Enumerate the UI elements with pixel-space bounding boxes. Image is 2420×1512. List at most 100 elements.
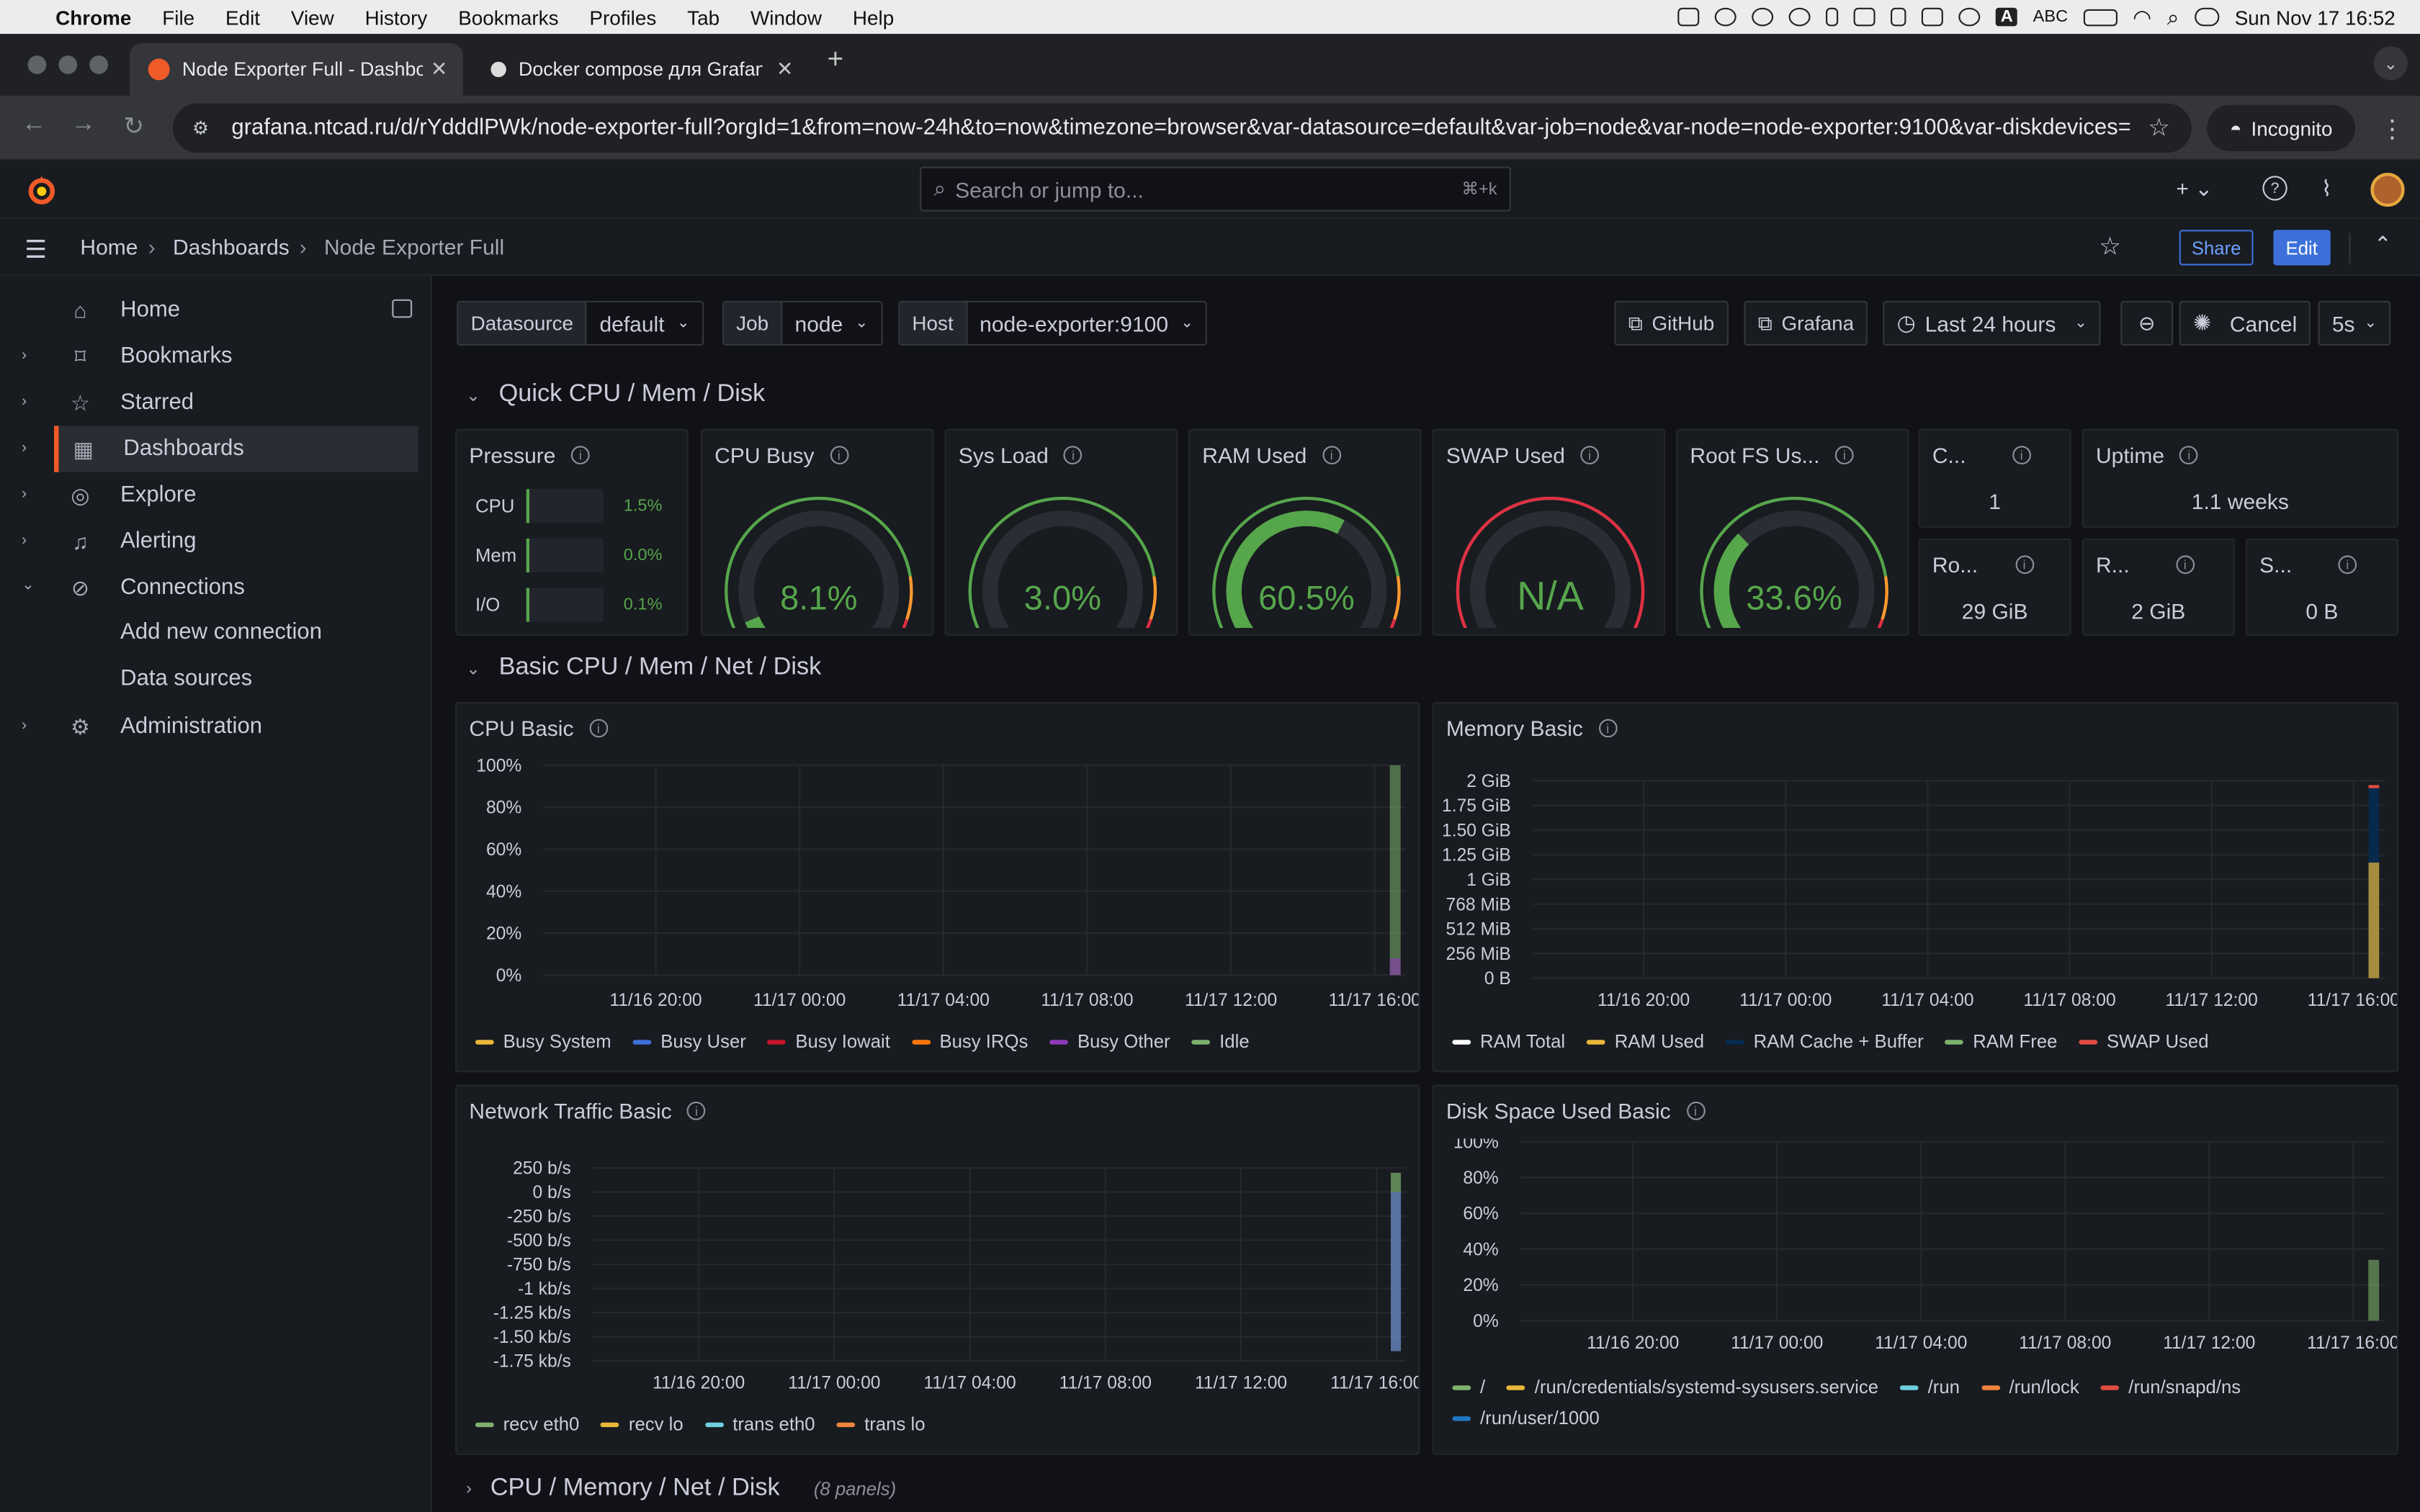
avatar[interactable]: [2370, 173, 2405, 207]
wifi-icon[interactable]: ◠: [2133, 4, 2151, 30]
variable-host[interactable]: Host node-exporter:9100 ⌄: [898, 300, 1208, 346]
play-icon[interactable]: [1958, 7, 1981, 27]
legend-item[interactable]: recv eth0: [475, 1413, 579, 1435]
grafana-link-button[interactable]: ⧉ Grafana: [1744, 300, 1868, 346]
legend-item[interactable]: /: [1452, 1376, 1485, 1398]
address-bar[interactable]: ⚙ grafana.ntcad.ru/d/rYdddlPWk/node-expo…: [173, 103, 2192, 153]
menu-window[interactable]: Window: [750, 6, 822, 29]
info-icon[interactable]: i: [2015, 555, 2034, 575]
legend-item[interactable]: /run/lock: [1981, 1376, 2079, 1398]
status-icon[interactable]: [1715, 7, 1737, 27]
expand-chevron-icon[interactable]: ›: [22, 347, 27, 364]
legend-item[interactable]: Busy System: [475, 1030, 611, 1052]
help-icon[interactable]: ?: [2262, 176, 2287, 201]
expand-chevron-icon[interactable]: ›: [22, 440, 27, 457]
info-icon[interactable]: i: [2179, 446, 2199, 464]
tab-search-chevron-icon[interactable]: ⌄: [2373, 46, 2408, 81]
expand-chevron-icon[interactable]: ›: [22, 717, 27, 734]
cpu-basic-chart[interactable]: 100% 80% 60% 40% 20% 0% 11/16 20:00 11/17 00:00…: [457, 756, 1418, 1027]
tab-docker-compose[interactable]: Docker compose для Grafana ✕: [472, 43, 809, 96]
input-source-icon[interactable]: A: [1996, 7, 2018, 27]
legend-item[interactable]: RAM Used: [1587, 1030, 1704, 1052]
memory-basic-chart[interactable]: 2 GiB 1.75 GiB 1.50 GiB 1.25 GiB 1 GiB 768 Mi…: [1434, 756, 2397, 1027]
sidebar-item-home[interactable]: ⌂ Home: [55, 287, 420, 333]
info-icon[interactable]: i: [829, 446, 848, 464]
bookmark-star-icon[interactable]: ☆: [2148, 112, 2170, 143]
menu-help[interactable]: Help: [853, 6, 894, 29]
sidebar-item-bookmarks[interactable]: ⌑ Bookmarks: [55, 333, 420, 379]
window-minimize-button[interactable]: [58, 55, 78, 74]
info-icon[interactable]: i: [687, 1102, 706, 1120]
sidebar-item-data-sources[interactable]: Data sources: [120, 667, 252, 691]
info-icon[interactable]: i: [588, 719, 608, 738]
info-icon[interactable]: i: [1322, 446, 1341, 464]
legend-item[interactable]: /run/credentials/systemd-sysusers.servic…: [1507, 1376, 1878, 1398]
legend-item[interactable]: Busy Other: [1049, 1030, 1170, 1052]
legend-item[interactable]: /run: [1900, 1376, 1960, 1398]
hamburger-menu-icon[interactable]: ☰: [24, 235, 47, 266]
sidebar-item-explore[interactable]: ◎ Explore: [55, 472, 420, 518]
expand-chevron-icon[interactable]: ›: [22, 532, 27, 549]
status-icon[interactable]: [1752, 7, 1774, 27]
zoom-out-button[interactable]: ⊖: [2120, 300, 2174, 346]
legend-item[interactable]: RAM Free: [1945, 1030, 2057, 1052]
github-link-button[interactable]: ⧉ GitHub: [1614, 300, 1729, 346]
close-tab-icon[interactable]: ✕: [431, 57, 447, 81]
disk-space-chart[interactable]: 100% 80% 60% 40% 20% 0% 11/16 20:00 11/17 00:00…: [1434, 1138, 2397, 1376]
info-icon[interactable]: i: [2012, 446, 2031, 464]
news-feed-icon[interactable]: ⌇: [2321, 176, 2332, 202]
grafana-logo-icon[interactable]: [24, 173, 58, 207]
keyboard-layout[interactable]: ABC: [2033, 8, 2068, 27]
info-icon[interactable]: i: [1686, 1102, 1705, 1120]
status-icon[interactable]: [1677, 7, 1700, 27]
display-icon[interactable]: [1854, 7, 1876, 27]
menu-bookmarks[interactable]: Bookmarks: [458, 6, 558, 29]
collapse-chevron-icon[interactable]: ⌄: [22, 577, 35, 594]
legend-item[interactable]: trans lo: [836, 1413, 926, 1435]
legend-item[interactable]: recv lo: [601, 1413, 684, 1435]
legend-item[interactable]: /run/user/1000: [1452, 1407, 1600, 1428]
sidebar-item-dashboards[interactable]: ▦ Dashboards: [54, 426, 418, 472]
expand-chevron-icon[interactable]: ›: [22, 393, 27, 410]
status-icon[interactable]: [1789, 7, 1811, 27]
info-icon[interactable]: i: [1834, 446, 1854, 464]
battery-icon[interactable]: [2083, 8, 2118, 26]
legend-item[interactable]: RAM Total: [1452, 1030, 1565, 1052]
back-arrow-icon[interactable]: ←: [22, 111, 46, 139]
clock[interactable]: Sun Nov 17 16:52: [2235, 6, 2396, 29]
legend-item[interactable]: Busy User: [632, 1030, 746, 1052]
control-center-icon[interactable]: [2194, 7, 2220, 27]
menu-app-name[interactable]: Chrome: [55, 6, 131, 29]
legend-item[interactable]: RAM Cache + Buffer: [1726, 1030, 1924, 1052]
menu-edit[interactable]: Edit: [225, 6, 260, 29]
tab-node-exporter[interactable]: Node Exporter Full - Dashboa ✕: [130, 43, 463, 96]
menu-tab[interactable]: Tab: [687, 6, 720, 29]
row-header[interactable]: ⌄ Basic CPU / Mem / Net / Disk: [466, 654, 821, 683]
window-zoom-button[interactable]: [89, 55, 108, 74]
menu-view[interactable]: View: [291, 6, 334, 29]
forward-arrow-icon[interactable]: →: [71, 111, 96, 139]
legend-item[interactable]: Busy IRQs: [911, 1030, 1028, 1052]
legend-item[interactable]: trans eth0: [704, 1413, 815, 1435]
status-icon[interactable]: [1922, 7, 1944, 27]
menu-history[interactable]: History: [365, 6, 428, 29]
sidebar-item-add-new-connection[interactable]: Add new connection: [120, 620, 322, 644]
search-bar[interactable]: ⌕ Search or jump to... ⌘+k: [920, 166, 1511, 212]
edit-button[interactable]: Edit: [2273, 230, 2331, 266]
legend-item[interactable]: /run/snapd/ns: [2100, 1376, 2241, 1398]
mark-favorite-star-icon[interactable]: ☆: [2099, 231, 2121, 262]
sidebar-item-alerting[interactable]: ♫ Alerting: [55, 518, 420, 564]
window-close-button[interactable]: [27, 55, 47, 74]
menu-file[interactable]: File: [162, 6, 194, 29]
spotlight-search-icon[interactable]: ⌕: [2167, 4, 2179, 30]
status-icon[interactable]: [1891, 7, 1907, 27]
add-new-icon[interactable]: + ⌄: [2176, 176, 2213, 202]
close-tab-icon[interactable]: ✕: [776, 57, 793, 81]
incognito-badge[interactable]: ◓ Incognito: [2207, 104, 2355, 151]
cancel-refresh-button[interactable]: ✺ Cancel: [2179, 300, 2311, 346]
menu-profiles[interactable]: Profiles: [589, 6, 656, 29]
sidebar-item-connections[interactable]: ⊘ Connections: [55, 564, 420, 611]
info-icon[interactable]: i: [1598, 719, 1618, 738]
sidebar-item-starred[interactable]: ☆ Starred: [55, 379, 420, 426]
collapse-chevron-icon[interactable]: ⌃: [2374, 231, 2392, 257]
